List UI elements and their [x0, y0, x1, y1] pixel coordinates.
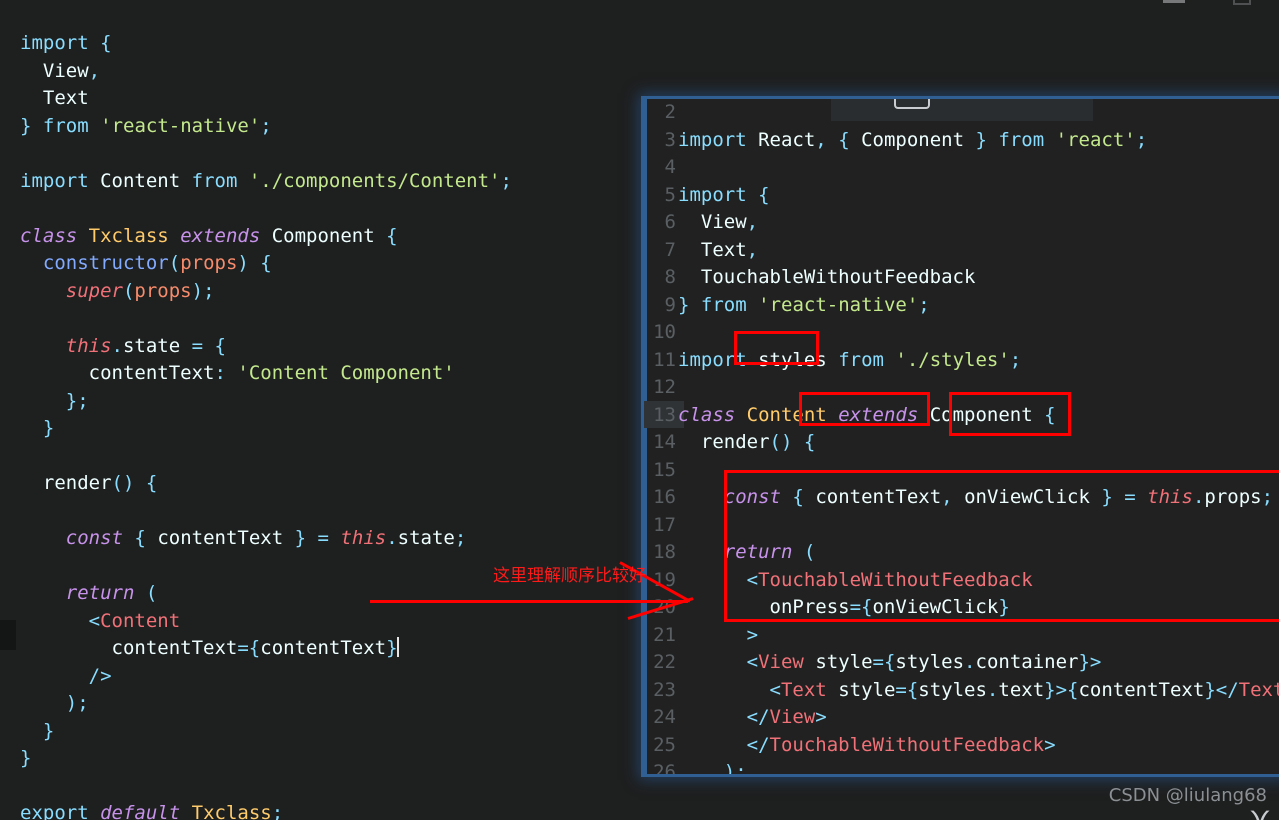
- csdn-logo-icon: ⋎: [1249, 801, 1271, 820]
- window-minimize-icon[interactable]: [1163, 0, 1185, 3]
- main-editor-code[interactable]: import { View, Text} from 'react-native'…: [20, 30, 512, 820]
- editor-gutter-marker: [0, 620, 16, 650]
- overlay-editor-code[interactable]: import React, { Component } from 'react'…: [678, 99, 1279, 775]
- csdn-watermark: CSDN @liulang68: [1108, 785, 1267, 806]
- main-editor-pane[interactable]: import { View, Text} from 'react-native'…: [0, 0, 700, 820]
- window-maximize-icon[interactable]: [1233, 0, 1251, 5]
- overlay-line-numbers: 2 3 4 5 6 7 8 9 10 11 12 13 14 15 16 17 18 19 20 21 22 23 24 25…: [653, 101, 676, 774]
- overlay-gutter-accent: [644, 99, 647, 774]
- screenshot-root: import { View, Text} from 'react-native'…: [0, 0, 1279, 820]
- content-component-editor-window[interactable]: 2 3 4 5 6 7 8 9 10 11 12 13 14 15 16 17 18 19 20 21 22 23 24 25…: [641, 96, 1279, 777]
